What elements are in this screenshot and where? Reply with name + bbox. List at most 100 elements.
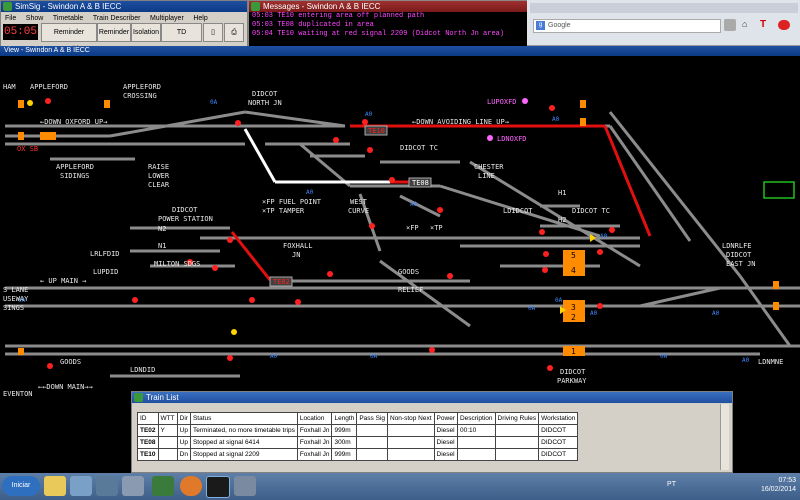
train-list-scrollbar[interactable] (720, 404, 729, 470)
signal-red (597, 249, 603, 255)
label-s-lane: S LANE (3, 286, 28, 294)
column-header[interactable]: Length (331, 412, 358, 425)
menu-file[interactable]: File (5, 15, 16, 22)
track-diagram[interactable]: 0A A0 A0 A0 A0 A0 0A A0 A0 0A 0A A0 0A 0… (0, 56, 800, 391)
google-search-input[interactable]: g Google (533, 19, 721, 33)
app-active-icon[interactable] (206, 476, 230, 498)
cell-location: Foxhall Jn (296, 436, 333, 449)
ar-marker: A0 (365, 111, 373, 118)
td-interpose-button[interactable]: TD Interpose (161, 23, 202, 53)
platform-3-label: 3 (571, 303, 576, 312)
column-header[interactable]: WTT (157, 412, 178, 425)
column-header[interactable]: Pass Sig (356, 412, 388, 425)
reminder-override-button[interactable]: Reminder Override (41, 23, 97, 53)
label-ldnoxfd: LDNOXFD (497, 135, 527, 143)
simsig-taskbar-icon[interactable] (152, 476, 174, 496)
tray-date: 16/02/2014 (760, 486, 796, 493)
signal-red (362, 119, 368, 125)
signal-red (47, 363, 53, 369)
label-raise: RAISE (148, 163, 169, 171)
table-header-row: ID WTT Dir Status Location Length Pass S… (137, 412, 579, 425)
column-header[interactable]: Workstation (538, 412, 579, 425)
track-segment (379, 259, 471, 328)
signal-red (249, 297, 255, 303)
language-indicator[interactable]: PT (667, 480, 676, 489)
search-go-icon[interactable] (724, 19, 736, 31)
cell-wtt (157, 448, 178, 461)
addon-icon[interactable] (778, 20, 790, 30)
signal-red (597, 303, 603, 309)
table-row[interactable]: TE08 Up Stopped at signal 6414 Foxhall J… (137, 436, 579, 449)
t-icon[interactable]: T (760, 19, 770, 31)
ar-marker: A0 (590, 310, 598, 317)
cell-status: Terminated, no more timetable trips (189, 424, 298, 437)
track-segment (399, 194, 441, 218)
cell-wtt (157, 436, 178, 449)
cell-wtt: Y (157, 424, 178, 437)
isolation-button[interactable]: Isolation (131, 23, 161, 42)
column-header[interactable]: Status (189, 412, 298, 425)
train-list-table: ID WTT Dir Status Location Length Pass S… (137, 412, 579, 461)
ar-marker: 0A (528, 305, 536, 312)
firefox-icon[interactable] (180, 476, 202, 496)
label-tp: ×TP (430, 224, 443, 232)
signal-red (132, 297, 138, 303)
system-tray[interactable]: PT 07:53 16/02/2014 (667, 476, 796, 494)
signal-red (235, 120, 241, 126)
print-icon[interactable]: ⎙ (224, 23, 244, 42)
folder-icon[interactable] (44, 476, 66, 496)
home-icon[interactable]: ⌂ (742, 19, 752, 31)
fringe-box[interactable] (763, 181, 795, 199)
platform-1-label: 1 (571, 347, 576, 356)
menu-help[interactable]: Help (193, 15, 207, 22)
app-icon[interactable] (234, 476, 256, 496)
ar-marker: A0 (742, 357, 750, 364)
signal-red (295, 299, 301, 305)
ar-markers: 0A A0 A0 A0 A0 A0 0A A0 A0 0A 0A A0 0A 0… (18, 99, 750, 364)
menu-timetable[interactable]: Timetable (53, 15, 83, 22)
ar-marker: 0A (210, 99, 218, 106)
track-segment (244, 110, 346, 128)
platform-2-label: 2 (571, 313, 576, 322)
menu-train-describer[interactable]: Train Describer (93, 15, 141, 22)
page-icon[interactable]: ▯ (203, 23, 223, 42)
signal-layer[interactable] (45, 98, 615, 371)
menu-show[interactable]: Show (26, 15, 44, 22)
window-icon[interactable] (122, 476, 144, 496)
label-h2: H2 (558, 216, 566, 224)
cell-power: Diesel (433, 448, 458, 461)
table-row[interactable]: TE10 Dn Stopped at signal 2209 Foxhall J… (137, 448, 579, 461)
label-h1: H1 (558, 189, 566, 197)
column-header[interactable]: ID (137, 412, 159, 425)
reminder-button[interactable]: Reminder (97, 23, 131, 42)
cell-power: Diesel (433, 424, 458, 437)
column-header[interactable]: Non-stop Next (387, 412, 435, 425)
column-header[interactable]: Description (456, 412, 496, 425)
cell-status: Stopped at signal 2209 (189, 448, 298, 461)
cell-pass-sig (356, 424, 388, 437)
cell-id: TE10 (137, 448, 159, 461)
start-button[interactable]: Iniciar (2, 476, 40, 496)
label-chester-line-2: LINE (478, 172, 495, 180)
signal-red (543, 251, 549, 257)
message-line: 05:03 TE10 entering area off planned pat… (252, 12, 425, 20)
column-header[interactable]: Power (433, 412, 458, 425)
cell-driving-rules (494, 436, 540, 449)
table-row[interactable]: TE02 Y Up Terminated, no more timetable … (137, 424, 579, 437)
label-lupdid: LUPDID (93, 268, 118, 276)
column-header[interactable]: Driving Rules (494, 412, 540, 425)
menu-multiplayer[interactable]: Multiplayer (150, 15, 184, 22)
label-goods: GOODS (398, 268, 419, 276)
column-header[interactable]: Location (296, 412, 333, 425)
signal-red (542, 267, 548, 273)
ar-marker: A0 (410, 201, 418, 208)
cell-non-stop (387, 424, 435, 437)
signal-red (369, 223, 375, 229)
messages-window: Messages - Swindon A & B IECC 05:03 TE10… (248, 0, 528, 47)
explorer-icon[interactable] (70, 476, 92, 496)
signal-red (45, 98, 51, 104)
platform-block (104, 100, 110, 108)
label-ldnrlfe-2: DIDCOT (726, 251, 752, 259)
column-header[interactable]: Dir (176, 412, 191, 425)
media-icon[interactable] (96, 476, 118, 496)
